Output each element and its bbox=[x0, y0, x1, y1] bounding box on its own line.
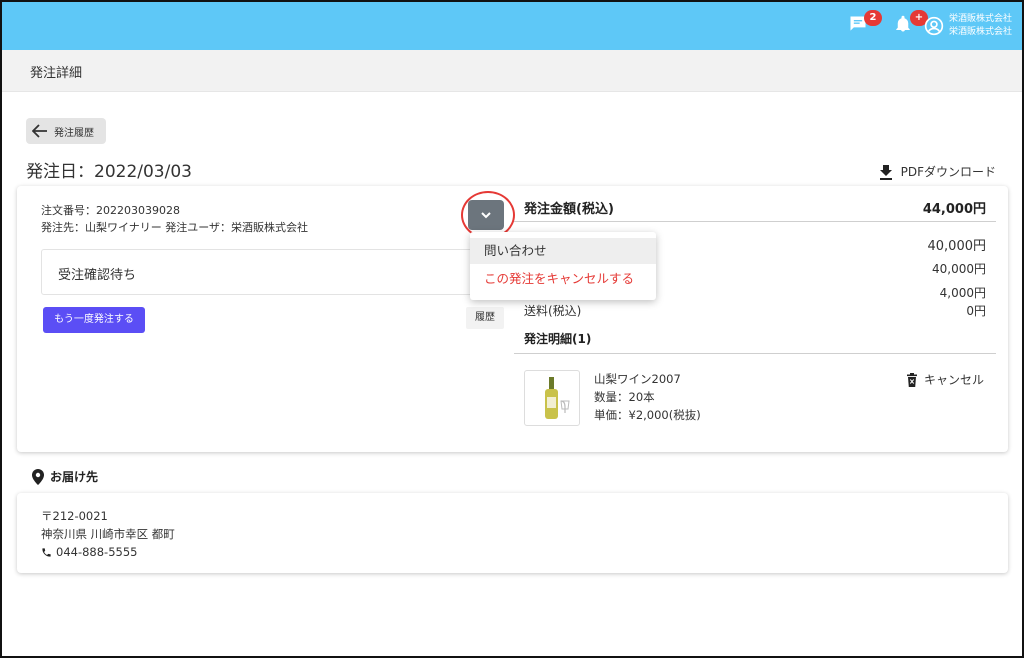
product-unit-price: 単価：¥2,000(税抜) bbox=[594, 408, 701, 422]
history-button[interactable]: 履歴 bbox=[466, 307, 504, 329]
order-date: 発注日：2022/03/03 bbox=[26, 162, 192, 182]
menu-item-cancel-order[interactable]: この発注をキャンセルする bbox=[470, 266, 656, 292]
notifications-button[interactable]: + bbox=[894, 10, 928, 38]
back-to-history-button[interactable]: 発注履歴 bbox=[26, 118, 106, 144]
phone-row: 044-888-5555 bbox=[41, 543, 175, 561]
page-header: 発注詳細 bbox=[2, 50, 1022, 92]
amount-value: 4,000円 bbox=[939, 286, 986, 300]
company-line-1: 栄酒販株式会社 bbox=[948, 14, 1012, 24]
order-info: 注文番号：202203039028 発注先：山梨ワイナリー 発注ユーザ：栄酒販株… bbox=[41, 202, 308, 236]
company-line-2: 栄酒販株式会社 bbox=[948, 27, 1012, 37]
delivery-header: お届け先 bbox=[32, 468, 98, 485]
product-info: 山梨ワイン2007 数量：20本 単価：¥2,000(税抜) bbox=[594, 370, 701, 424]
menu-item-inquiry[interactable]: 問い合わせ bbox=[470, 238, 656, 264]
delivery-card: 〒212-0021 神奈川県 川崎市幸区 都町 044-888-5555 bbox=[17, 493, 1008, 573]
cancel-item-label: キャンセル bbox=[923, 373, 984, 387]
order-status: 受注確認待ち bbox=[58, 268, 137, 283]
details-header: 発注明細(1) bbox=[514, 328, 996, 354]
pdf-download-button[interactable]: PDFダウンロード bbox=[879, 163, 996, 180]
delivery-address: 〒212-0021 神奈川県 川崎市幸区 都町 044-888-5555 bbox=[41, 507, 175, 561]
amount-value: 40,000円 bbox=[932, 262, 986, 276]
shipping-label: 送料(税込) bbox=[524, 304, 582, 318]
product-name: 山梨ワイン2007 bbox=[594, 372, 681, 386]
download-icon bbox=[879, 164, 892, 180]
app-frame: 2 + 栄酒販株式会社 栄酒販株式会社 発注詳細 発注履歴 発注日：2022/0… bbox=[0, 0, 1024, 658]
details-title: 発注明細(1) bbox=[524, 332, 592, 346]
order-status-box: 受注確認待ち bbox=[41, 249, 496, 295]
order-number: 注文番号：202203039028 bbox=[41, 204, 180, 217]
wine-bottle-icon bbox=[545, 377, 570, 419]
arrow-left-icon bbox=[32, 124, 47, 138]
order-actions-menu: 問い合わせ この発注をキャンセルする bbox=[470, 232, 656, 300]
order-card: 注文番号：202203039028 発注先：山梨ワイナリー 発注ユーザ：栄酒販株… bbox=[17, 186, 1008, 452]
address-line: 神奈川県 川崎市幸区 都町 bbox=[41, 527, 175, 541]
amount-total: 44,000円 bbox=[922, 202, 986, 217]
postal-code: 〒212-0021 bbox=[41, 509, 108, 523]
amount-title: 発注金額(税込) bbox=[524, 202, 614, 217]
pdf-download-label: PDFダウンロード bbox=[900, 165, 996, 179]
delivery-title: お届け先 bbox=[50, 470, 99, 484]
phone-number: 044-888-5555 bbox=[56, 545, 138, 559]
messages-button[interactable]: 2 bbox=[848, 10, 882, 38]
back-button-label: 発注履歴 bbox=[54, 127, 94, 139]
trash-icon bbox=[906, 372, 917, 387]
amount-value: 40,000円 bbox=[927, 239, 987, 254]
messages-badge: 2 bbox=[864, 10, 882, 26]
order-supplier: 発注先：山梨ワイナリー 発注ユーザ：栄酒販株式会社 bbox=[41, 221, 309, 234]
shipping-value: 0円 bbox=[966, 304, 986, 318]
top-bar: 2 + 栄酒販株式会社 栄酒販株式会社 bbox=[2, 2, 1022, 50]
amount-header: 発注金額(税込) 44,000円 bbox=[514, 198, 996, 222]
location-pin-icon bbox=[32, 468, 44, 485]
product-quantity: 数量：20本 bbox=[594, 390, 655, 404]
account-icon[interactable] bbox=[924, 16, 944, 36]
cancel-item-button[interactable]: キャンセル bbox=[906, 371, 984, 388]
product-image bbox=[524, 370, 580, 426]
phone-icon bbox=[42, 547, 51, 557]
page-title: 発注詳細 bbox=[30, 66, 83, 81]
company-name[interactable]: 栄酒販株式会社 栄酒販株式会社 bbox=[949, 13, 1012, 39]
reorder-button[interactable]: もう一度発注する bbox=[43, 307, 145, 333]
